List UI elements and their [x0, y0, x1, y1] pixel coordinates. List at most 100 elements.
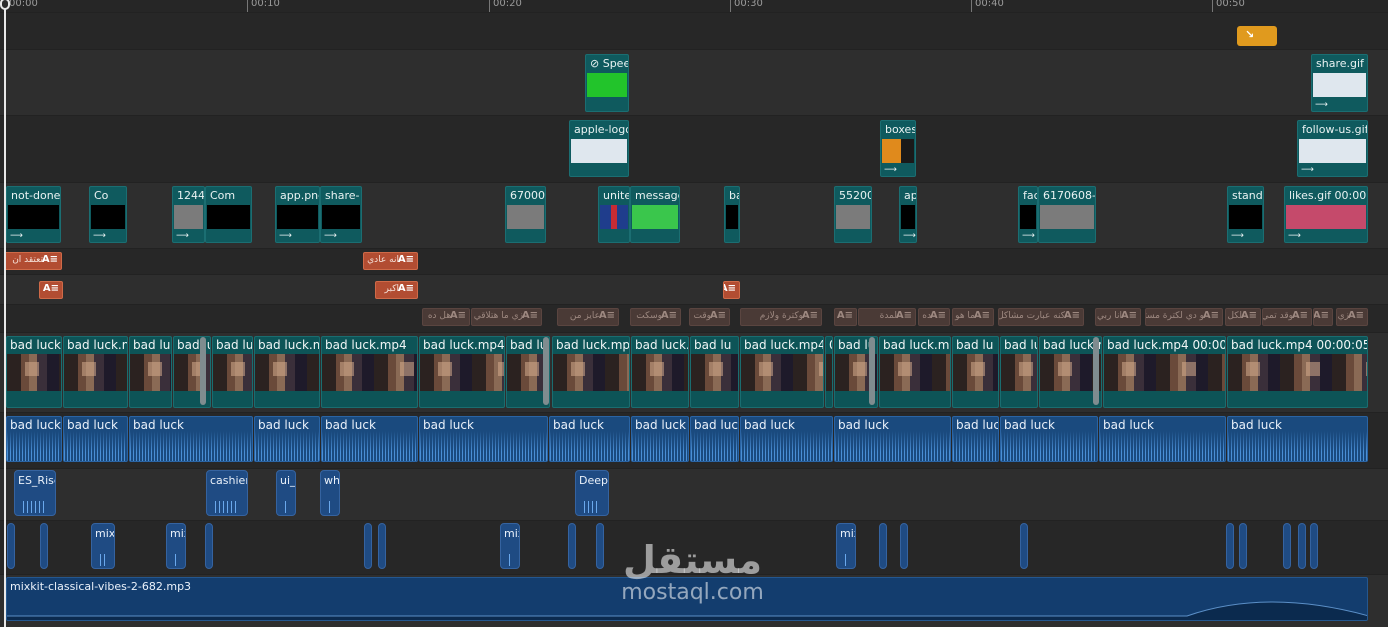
- video-clip[interactable]: bad luck.mp: [254, 336, 320, 408]
- overlay-clip[interactable]: standi ⟶: [1227, 186, 1264, 243]
- audio-clip[interactable]: bad luck: [254, 416, 320, 462]
- overlay-clip[interactable]: share- ⟶: [320, 186, 362, 243]
- sfx-clip[interactable]: [1298, 523, 1306, 569]
- text-clip[interactable]: A≡: [723, 281, 740, 299]
- video-clip[interactable]: bad luck.mp4: [321, 336, 418, 408]
- overlay-clip[interactable]: app.png ⟶: [275, 186, 320, 243]
- sfx-clip[interactable]: [1239, 523, 1247, 569]
- video-clip[interactable]: bad luck.mp4: [552, 336, 630, 408]
- audio-clip[interactable]: bad luck: [740, 416, 833, 462]
- overlay-clip[interactable]: follow-us.gif ⟶: [1297, 120, 1368, 177]
- text-clip[interactable]: وكترة ولازم A≡: [740, 308, 822, 326]
- video-clip[interactable]: bad luck.mp: [63, 336, 128, 408]
- overlay-clip[interactable]: ap ⟶: [899, 186, 917, 243]
- text-clip[interactable]: A≡: [834, 308, 857, 326]
- audio-clip[interactable]: bad luck: [1000, 416, 1098, 462]
- text-clip[interactable]: لكل A≡: [1225, 308, 1261, 326]
- video-clip[interactable]: bad luck.m: [6, 336, 62, 408]
- text-clip[interactable]: ما هو A≡: [952, 308, 994, 326]
- video-clip[interactable]: bad luck.mp4: [740, 336, 824, 408]
- overlay-clip[interactable]: Com: [205, 186, 252, 243]
- audio-clip[interactable]: bad luck: [834, 416, 951, 462]
- video-clip[interactable]: bad luc: [129, 336, 172, 408]
- video-clip[interactable]: bad lu: [690, 336, 739, 408]
- sfx-clip[interactable]: mix: [166, 523, 186, 569]
- overlay-clip[interactable]: Co ⟶: [89, 186, 127, 243]
- sfx-clip[interactable]: wh: [320, 470, 340, 516]
- text-clip[interactable]: انا ربي A≡: [1095, 308, 1141, 326]
- sfx-clip[interactable]: [364, 523, 372, 569]
- audio-clip[interactable]: bad luck: [419, 416, 548, 462]
- split-handle[interactable]: [543, 337, 549, 405]
- sfx-clip[interactable]: ES_Rise: [14, 470, 56, 516]
- overlay-clip[interactable]: unite: [598, 186, 630, 243]
- video-clip[interactable]: bad lu: [212, 336, 253, 408]
- audio-clip[interactable]: bad luck: [129, 416, 253, 462]
- text-clip[interactable]: وقت A≡: [689, 308, 730, 326]
- sfx-clip[interactable]: [1020, 523, 1028, 569]
- playhead[interactable]: [4, 0, 6, 627]
- audio-clip[interactable]: bad luck: [549, 416, 630, 462]
- sfx-clip[interactable]: [1226, 523, 1234, 569]
- transition-marker[interactable]: ↘: [1237, 26, 1277, 46]
- video-clip[interactable]: bad luck.mp4 00:: [419, 336, 505, 408]
- playhead-handle[interactable]: [0, 0, 10, 10]
- sfx-clip[interactable]: ui_s: [276, 470, 296, 516]
- text-clip[interactable]: زي دهA≡: [1336, 308, 1368, 326]
- split-handle[interactable]: [200, 337, 206, 405]
- sfx-clip[interactable]: cashier-: [206, 470, 248, 516]
- text-clip[interactable]: A≡: [39, 281, 63, 299]
- text-clip[interactable]: A≡: [1313, 308, 1333, 326]
- overlay-clip[interactable]: 6170608-h: [1038, 186, 1096, 243]
- sfx-clip[interactable]: mix: [500, 523, 520, 569]
- video-clip[interactable]: bad lu: [1000, 336, 1038, 408]
- sfx-clip[interactable]: [568, 523, 576, 569]
- video-clip[interactable]: bad luck.mp4 00:00:05:27: [1227, 336, 1368, 408]
- audio-clip[interactable]: bad luck: [690, 416, 739, 462]
- overlay-clip[interactable]: not-done ⟶: [6, 186, 61, 243]
- text-clip[interactable]: عايز من A≡: [557, 308, 619, 326]
- sfx-clip[interactable]: [378, 523, 386, 569]
- text-clip[interactable]: تعتقد ان A≡: [4, 252, 62, 270]
- overlay-clip[interactable]: boxes ⟶: [880, 120, 916, 177]
- sfx-clip[interactable]: [7, 523, 15, 569]
- effect-clip[interactable]: ⊘ Spee: [585, 54, 629, 112]
- video-clip[interactable]: bad luck.mp: [879, 336, 951, 408]
- timeline-panel[interactable]: 00:00 00:10 00:20 00:30 00:40 00:50 ↘ ⊘ …: [0, 0, 1388, 627]
- audio-clip[interactable]: bad luck: [631, 416, 689, 462]
- split-handle[interactable]: [869, 337, 875, 405]
- sfx-clip[interactable]: Deep: [575, 470, 609, 516]
- overlay-clip[interactable]: apple-logo: [569, 120, 629, 177]
- overlay-clip[interactable]: message: [630, 186, 680, 243]
- time-ruler[interactable]: 00:00 00:10 00:20 00:30 00:40 00:50: [0, 0, 1388, 12]
- text-clip[interactable]: اكبر A≡: [375, 281, 418, 299]
- video-clip[interactable]: bad luck.r: [631, 336, 689, 408]
- overlay-clip[interactable]: 1244 ⟶: [172, 186, 205, 243]
- text-clip[interactable]: هل ده A≡: [422, 308, 470, 326]
- sfx-clip[interactable]: [40, 523, 48, 569]
- video-clip[interactable]: 0: [825, 336, 833, 408]
- text-clip[interactable]: انه عادي A≡: [363, 252, 418, 270]
- sfx-clip[interactable]: [879, 523, 887, 569]
- sfx-clip[interactable]: [205, 523, 213, 569]
- sfx-clip[interactable]: [1283, 523, 1291, 569]
- text-clip[interactable]: وسكت A≡: [630, 308, 681, 326]
- overlay-clip[interactable]: share.gif ⟶: [1311, 54, 1368, 112]
- overlay-clip[interactable]: fac ⟶: [1018, 186, 1038, 243]
- sfx-clip[interactable]: [900, 523, 908, 569]
- text-clip[interactable]: وقد تمي قائمةA≡: [1262, 308, 1312, 326]
- sfx-clip[interactable]: [596, 523, 604, 569]
- text-clip[interactable]: ده A≡: [918, 308, 950, 326]
- text-clip[interactable]: و دي لكترة مستر A≡: [1145, 308, 1223, 326]
- overlay-clip[interactable]: ba: [724, 186, 740, 243]
- audio-clip[interactable]: bad luck: [321, 416, 418, 462]
- video-clip[interactable]: bad lu: [952, 336, 999, 408]
- split-handle[interactable]: [1093, 337, 1099, 405]
- sfx-clip[interactable]: mixl: [91, 523, 115, 569]
- audio-clip[interactable]: bad luck: [1099, 416, 1226, 462]
- text-clip[interactable]: لمدة A≡: [858, 308, 916, 326]
- sfx-clip[interactable]: [1310, 523, 1318, 569]
- overlay-clip[interactable]: likes.gif 00:00: ⟶: [1284, 186, 1368, 243]
- video-clip[interactable]: bad luck.mp4 00:00:0: [1103, 336, 1226, 408]
- audio-clip[interactable]: bad luck: [6, 416, 62, 462]
